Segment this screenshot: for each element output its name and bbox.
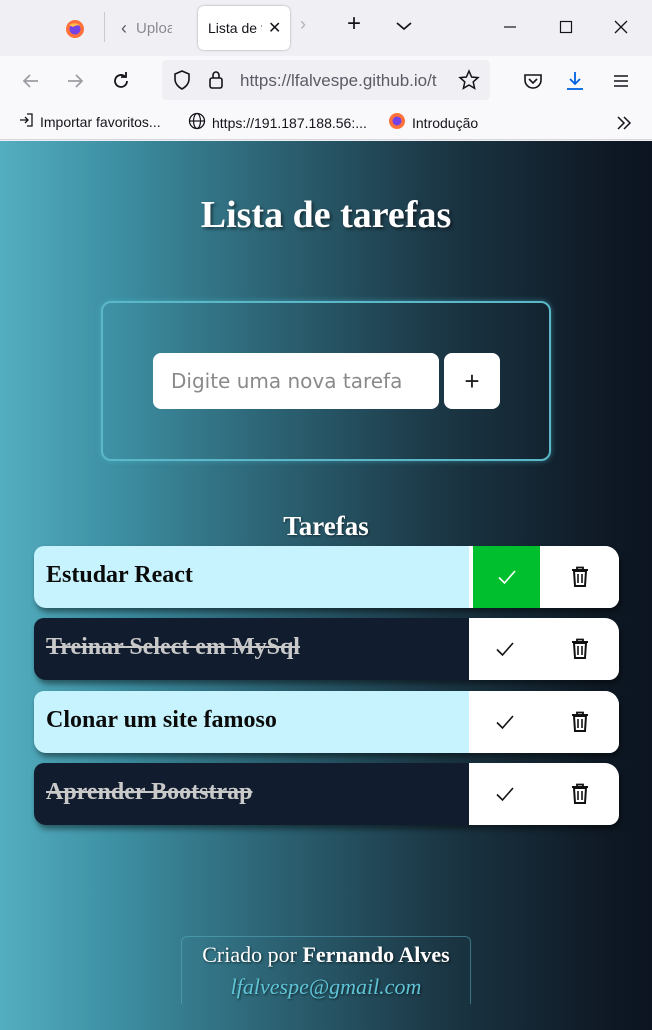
task-text: Aprender Bootstrap: [46, 779, 253, 805]
trash-icon: [571, 566, 588, 587]
minimize-icon[interactable]: [496, 12, 524, 42]
chevron-right-icon[interactable]: ›: [300, 14, 306, 35]
trash-icon: [571, 783, 588, 804]
footer-author: Fernando Alves: [302, 942, 450, 967]
task-item: Clonar um site famoso: [34, 691, 619, 753]
complete-task-button[interactable]: [469, 691, 540, 753]
star-bookmark-icon[interactable]: [458, 69, 480, 96]
window-close-icon[interactable]: [606, 12, 636, 42]
bookmark-importar-favoritos[interactable]: Importar favoritos...: [18, 112, 161, 131]
reload-icon[interactable]: [106, 66, 136, 96]
new-task-form: +: [101, 301, 551, 461]
page-footer: Criado por Fernando Alves lfalvespe@gmai…: [181, 936, 471, 1004]
complete-task-button[interactable]: [473, 546, 540, 608]
complete-task-button[interactable]: [469, 763, 540, 825]
task-text: Clonar um site famoso: [46, 707, 277, 733]
footer-credit: Criado por Fernando Alves: [182, 942, 470, 968]
download-icon[interactable]: [560, 66, 590, 96]
bookmark-introducao[interactable]: Introdução: [388, 112, 478, 133]
bookmark-label: Introdução: [412, 114, 479, 131]
page-content: Lista de tarefas + Tarefas Estudar React…: [0, 141, 652, 1030]
page-title: Lista de tarefas: [200, 194, 452, 236]
check-icon: [495, 715, 514, 730]
bookmarks-toolbar: Importar favoritos... https://191.187.18…: [0, 106, 652, 140]
bookmark-label: https://191.187.188.56:...: [212, 114, 367, 131]
delete-task-button[interactable]: [540, 691, 619, 753]
complete-task-button[interactable]: [469, 618, 540, 680]
double-chevron-right-icon[interactable]: [614, 113, 634, 136]
check-icon: [495, 787, 514, 802]
task-item: Aprender Bootstrap: [34, 763, 619, 825]
delete-task-button[interactable]: [540, 546, 619, 608]
add-task-button[interactable]: +: [444, 353, 500, 409]
forward-arrow-icon[interactable]: [60, 66, 90, 96]
tab-lista-de-tarefas[interactable]: Lista de tarefas ✕: [198, 6, 290, 50]
close-tab-icon[interactable]: ✕: [268, 18, 281, 38]
add-label: +: [464, 365, 480, 396]
lock-icon[interactable]: [206, 69, 226, 96]
menu-icon[interactable]: [606, 66, 636, 96]
check-icon: [497, 570, 516, 585]
new-task-input[interactable]: [153, 353, 439, 409]
firefox-icon: [388, 112, 406, 133]
trash-icon: [571, 638, 588, 659]
browser-tab-bar: ‹ Upload Lista de tarefas ✕ › +: [0, 0, 652, 56]
footer-email-link[interactable]: lfalvespe@gmail.com: [182, 974, 470, 1000]
url-bar[interactable]: https://lfalvespe.github.io/t: [162, 60, 490, 100]
tab-list-chevron-icon[interactable]: [392, 14, 416, 38]
trash-icon: [571, 711, 588, 732]
maximize-icon[interactable]: [552, 12, 580, 42]
tab-separator: [104, 12, 105, 42]
tab-label: Upload: [136, 19, 172, 37]
firefox-icon[interactable]: [58, 12, 92, 46]
tasks-heading: Tarefas: [283, 511, 369, 541]
task-item: Estudar React: [34, 546, 619, 608]
task-item: Treinar Select em MySql: [34, 618, 619, 680]
shield-icon[interactable]: [172, 69, 192, 96]
delete-task-button[interactable]: [540, 618, 619, 680]
task-text: Estudar React: [46, 562, 193, 588]
footer-prefix: Criado por: [202, 942, 297, 967]
task-text: Treinar Select em MySql: [46, 634, 300, 660]
new-tab-icon[interactable]: +: [340, 10, 368, 38]
chevron-left-icon[interactable]: ‹: [112, 18, 136, 39]
back-arrow-icon[interactable]: [16, 66, 46, 96]
globe-icon: [188, 112, 206, 133]
pocket-icon[interactable]: [518, 66, 548, 96]
import-icon: [18, 112, 34, 131]
delete-task-button[interactable]: [540, 763, 619, 825]
bookmark-ip-address[interactable]: https://191.187.188.56:...: [188, 112, 367, 133]
bookmark-label: Importar favoritos...: [40, 113, 161, 130]
tab-label: Lista de tarefas: [208, 20, 262, 36]
url-text[interactable]: https://lfalvespe.github.io/t: [240, 71, 450, 91]
check-icon: [495, 642, 514, 657]
browser-nav-bar: https://lfalvespe.github.io/t: [0, 56, 652, 106]
tab-upload[interactable]: ‹ Upload: [112, 10, 192, 46]
